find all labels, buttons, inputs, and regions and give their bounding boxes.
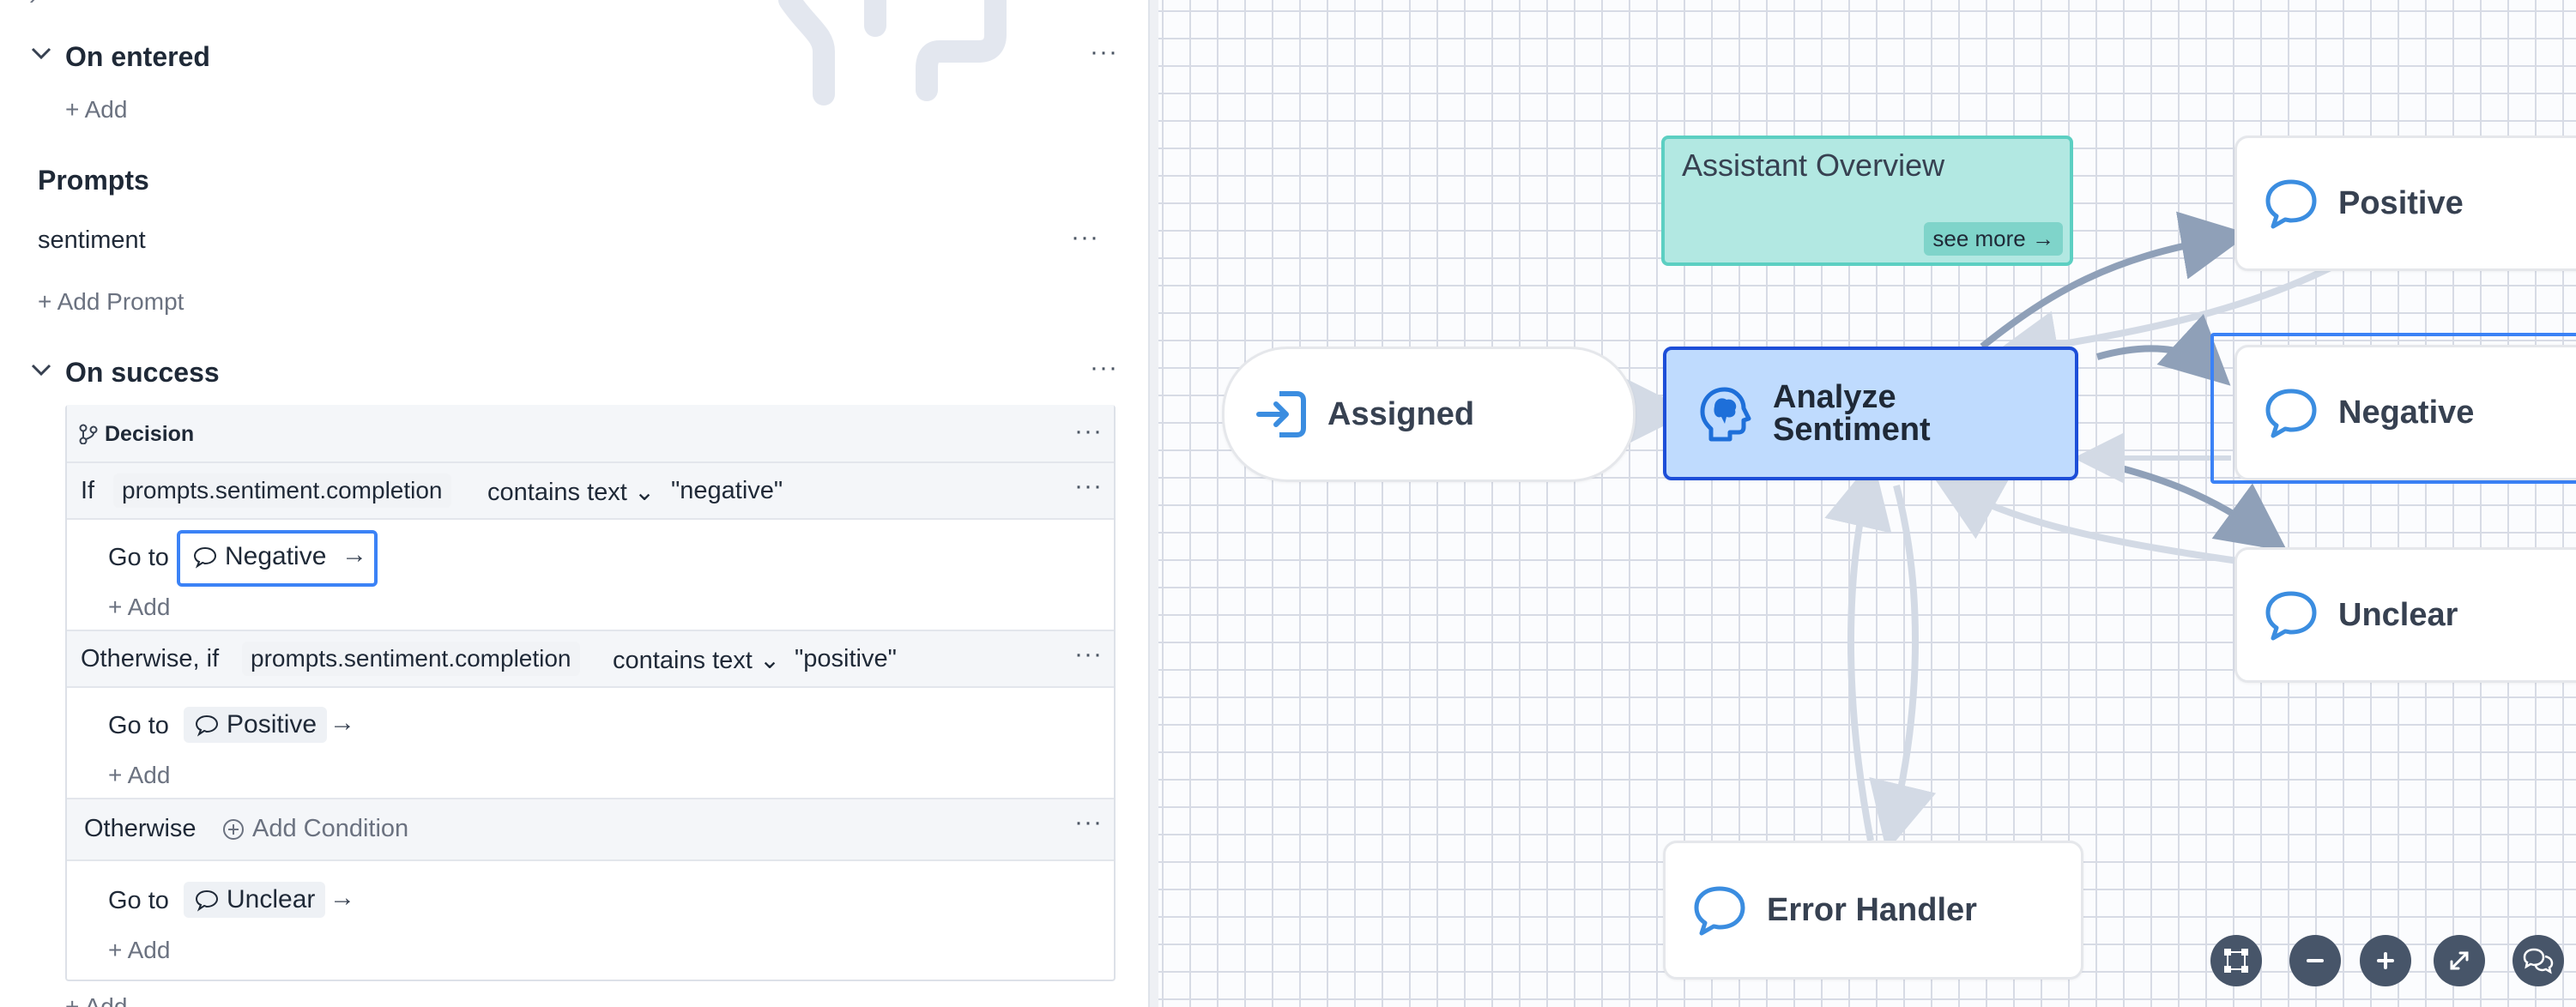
condition-2-value[interactable]: "positive"	[795, 645, 897, 673]
node-unclear[interactable]: Unclear	[2234, 547, 2576, 683]
branch-icon	[79, 424, 98, 449]
chat-bubble-icon	[2265, 179, 2317, 229]
arrow-right-icon[interactable]: →	[330, 709, 355, 738]
node-negative[interactable]: Negative	[2234, 345, 2576, 480]
node-error-handler-label: Error Handler	[1767, 891, 1977, 928]
on-success-title: On success	[65, 357, 220, 388]
condition-1-operator-label: contains text	[487, 479, 627, 506]
node-analyze-label-line2: Sentiment	[1773, 412, 1931, 448]
chat-bubble-icon	[193, 546, 217, 569]
see-more-button[interactable]: see more →	[1924, 222, 2063, 256]
node-error-handler[interactable]: Error Handler	[1663, 841, 2083, 980]
minus-circle-icon	[2307, 959, 2324, 962]
decision-more-icon[interactable]: ···	[1074, 417, 1103, 446]
otherwise-prefix: Otherwise	[84, 815, 197, 842]
on-entered-more-icon[interactable]: ···	[1090, 38, 1118, 67]
node-analyze-label: Analyze Sentiment	[1773, 381, 1931, 446]
otherwise-target: Unclear	[227, 885, 316, 914]
graph-layout-icon	[2224, 949, 2248, 973]
chat-bubble-icon	[2265, 591, 2317, 641]
condition-2-more-icon[interactable]: ···	[1074, 640, 1103, 669]
condition-2-goto-label: Go to	[108, 712, 169, 739]
fit-view-button[interactable]	[2434, 935, 2485, 986]
node-unclear-label: Unclear	[2338, 596, 2458, 633]
arrow-right-icon[interactable]: →	[330, 883, 355, 913]
chat-bubble-icon	[195, 715, 219, 737]
prompt-item-more-icon[interactable]: ···	[1071, 223, 1099, 252]
on-entered-title: On entered	[65, 41, 210, 72]
plus-circle-icon	[223, 818, 244, 840]
plus-circle-icon	[2377, 952, 2394, 969]
node-assigned[interactable]: Assigned	[1222, 347, 1636, 482]
otherwise-goto-label: Go to	[108, 887, 169, 914]
chat-bubble-icon	[2265, 389, 2317, 438]
decision-block: Decision ··· If prompts.sentiment.comple…	[65, 405, 1116, 981]
decision-header	[67, 405, 1114, 463]
on-entered-chevron-icon[interactable]	[29, 41, 53, 71]
condition-1-operator[interactable]: contains text ⌄	[487, 477, 655, 507]
condition-1-value[interactable]: "negative"	[671, 477, 783, 505]
chevron-down-icon: ⌄	[633, 479, 656, 506]
expand-icon	[2450, 951, 2469, 970]
assistant-overview-note[interactable]: Assistant Overview see more →	[1661, 136, 2073, 266]
condition-2-add-button[interactable]: + Add	[108, 762, 170, 789]
otherwise-target-chip[interactable]: Unclear	[184, 882, 326, 918]
on-success-chevron-icon[interactable]	[29, 358, 53, 388]
condition-1-target: Negative	[225, 542, 327, 570]
condition-1-more-icon[interactable]: ···	[1074, 472, 1103, 501]
condition-1-variable[interactable]: prompts.sentiment.completion	[113, 473, 451, 508]
chat-bubbles-icon	[2523, 948, 2554, 974]
comments-button[interactable]	[2513, 935, 2564, 986]
flow-canvas[interactable]: Assistant Overview see more → Assigned A…	[1158, 0, 2576, 1007]
condition-2-target-chip[interactable]: Positive	[184, 707, 328, 743]
decision-title: Decision	[105, 422, 195, 446]
node-analyze-sentiment[interactable]: Analyze Sentiment	[1663, 347, 2078, 480]
brain-head-icon	[1700, 387, 1751, 442]
add-condition-button[interactable]: Add Condition	[221, 815, 408, 843]
condition-2-target: Positive	[227, 710, 317, 739]
layout-graph-button[interactable]	[2210, 935, 2262, 986]
add-condition-label: Add Condition	[252, 815, 409, 842]
node-analyze-label-line1: Analyze	[1773, 379, 1896, 415]
prompts-title: Prompts	[38, 165, 149, 196]
enter-arrow-icon	[1256, 391, 1306, 437]
otherwise-more-icon[interactable]: ···	[1074, 808, 1103, 837]
zoom-out-button[interactable]	[2289, 935, 2341, 986]
condition-2-operator-label: contains text	[613, 647, 753, 674]
node-negative-label: Negative	[2338, 394, 2475, 431]
condition-1-prefix: If	[81, 477, 95, 504]
node-positive-label: Positive	[2338, 184, 2464, 221]
arrow-right-icon: →	[2032, 226, 2054, 251]
chat-bubble-icon	[1694, 886, 1745, 936]
condition-1-target-chip[interactable]: Negative	[185, 539, 333, 575]
node-assigned-label: Assigned	[1327, 395, 1475, 432]
partial-header-text: ›	[29, 0, 37, 10]
node-positive[interactable]: Positive	[2234, 136, 2576, 271]
chat-bubble-icon	[195, 889, 219, 912]
condition-1-goto-label: Go to	[108, 544, 169, 571]
on-success-add-button[interactable]: + Add	[65, 993, 127, 1007]
condition-2-prefix: Otherwise, if	[81, 645, 220, 672]
see-more-label: see more	[1932, 226, 2026, 251]
zoom-in-button[interactable]	[2360, 935, 2411, 986]
overview-title: Assistant Overview	[1682, 148, 1945, 183]
arrow-right-icon[interactable]: →	[342, 540, 367, 570]
condition-row-2	[67, 630, 1114, 688]
condition-2-variable[interactable]: prompts.sentiment.completion	[242, 642, 580, 676]
condition-2-operator[interactable]: contains text ⌄	[613, 645, 780, 675]
add-prompt-button[interactable]: + Add Prompt	[38, 288, 184, 316]
on-entered-add-button[interactable]: + Add	[65, 96, 127, 124]
prompt-item-sentiment[interactable]: sentiment	[38, 226, 146, 255]
otherwise-add-button[interactable]: + Add	[108, 937, 170, 964]
flow-step-editor: › On entered ··· + Add Prompts sentiment…	[0, 0, 1148, 1007]
decorative-flow-illustration	[778, 0, 1007, 106]
on-success-more-icon[interactable]: ···	[1090, 353, 1118, 383]
condition-1-add-button[interactable]: + Add	[108, 594, 170, 621]
chevron-down-icon: ⌄	[759, 647, 781, 674]
